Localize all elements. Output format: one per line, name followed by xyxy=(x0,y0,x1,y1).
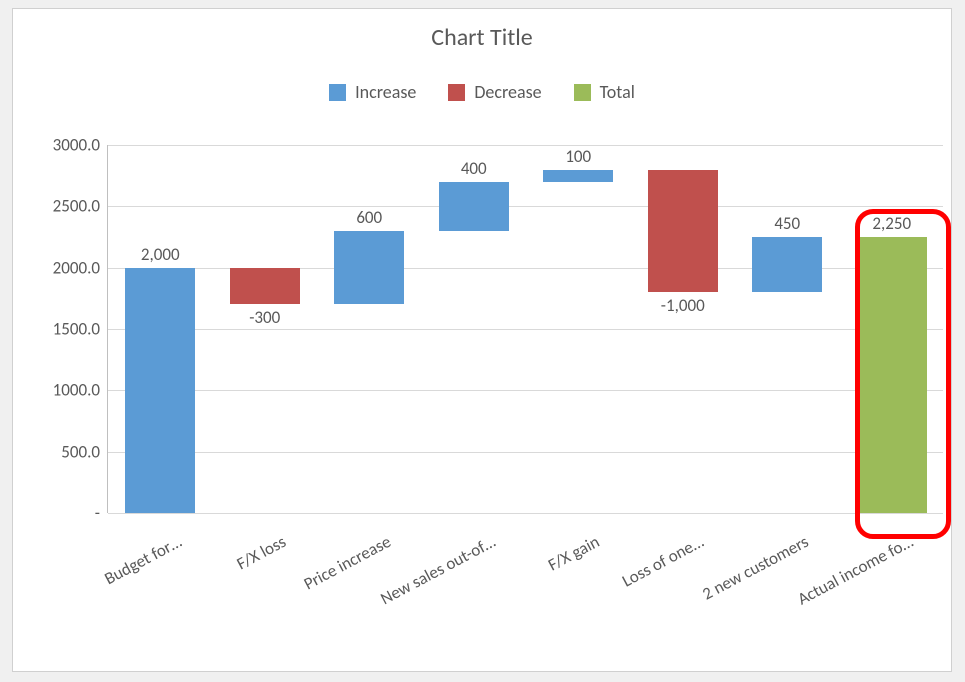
legend-swatch-total xyxy=(574,84,591,101)
legend-swatch-decrease xyxy=(448,84,465,101)
bar-data-label: 2,000 xyxy=(110,244,210,265)
bar-data-label: -300 xyxy=(215,307,315,328)
y-tick-label: 1000.0 xyxy=(53,380,100,401)
y-tick-label: 2000.0 xyxy=(53,257,100,278)
bar-increase xyxy=(439,182,509,231)
gridline xyxy=(108,390,943,391)
chart-title: Chart Title xyxy=(13,23,951,52)
x-tick-label: Budget for… xyxy=(101,531,185,589)
y-tick-label: 500.0 xyxy=(61,441,100,462)
bar-data-label: 400 xyxy=(424,158,524,179)
bar-increase xyxy=(543,170,613,182)
bar-increase xyxy=(752,237,822,292)
x-tick-label: Actual income fo… xyxy=(794,531,917,610)
bar-data-label: -1,000 xyxy=(633,295,733,316)
gridline xyxy=(108,145,943,146)
gridline xyxy=(108,329,943,330)
x-tick-label: Price increase xyxy=(300,531,394,594)
legend-label-increase: Increase xyxy=(355,81,416,103)
legend-label-total: Total xyxy=(600,81,635,103)
gridline xyxy=(108,513,943,514)
y-tick-label: 2500.0 xyxy=(53,196,100,217)
bar-decrease xyxy=(230,268,300,305)
y-tick-label: 3000.0 xyxy=(53,135,100,156)
bar-total xyxy=(857,237,927,513)
gridline xyxy=(108,206,943,207)
legend: Increase Decrease Total xyxy=(13,81,951,103)
bar-data-label: 450 xyxy=(737,213,837,234)
bar-data-label: 100 xyxy=(528,146,628,167)
legend-item-decrease: Decrease xyxy=(448,81,541,103)
plot-area: -500.01000.01500.02000.02500.03000.02,00… xyxy=(107,145,943,513)
bar-data-label: 2,250 xyxy=(842,213,942,234)
legend-item-total: Total xyxy=(574,81,635,103)
legend-label-decrease: Decrease xyxy=(474,81,541,103)
bar-increase xyxy=(125,268,195,513)
bar-increase xyxy=(334,231,404,305)
x-tick-label: F/X gain xyxy=(545,531,604,575)
x-tick-label: F/X loss xyxy=(233,531,289,574)
bar-data-label: 600 xyxy=(319,207,419,228)
legend-item-increase: Increase xyxy=(329,81,416,103)
x-tick-label: New sales out-of… xyxy=(376,531,498,609)
waterfall-chart: Chart Title Increase Decrease Total -500… xyxy=(12,8,952,672)
gridline xyxy=(108,452,943,453)
y-tick-label: 1500.0 xyxy=(53,319,100,340)
y-tick-label: - xyxy=(95,503,100,524)
x-tick-label: Loss of one… xyxy=(619,531,708,591)
bar-decrease xyxy=(648,170,718,293)
legend-swatch-increase xyxy=(329,84,346,101)
